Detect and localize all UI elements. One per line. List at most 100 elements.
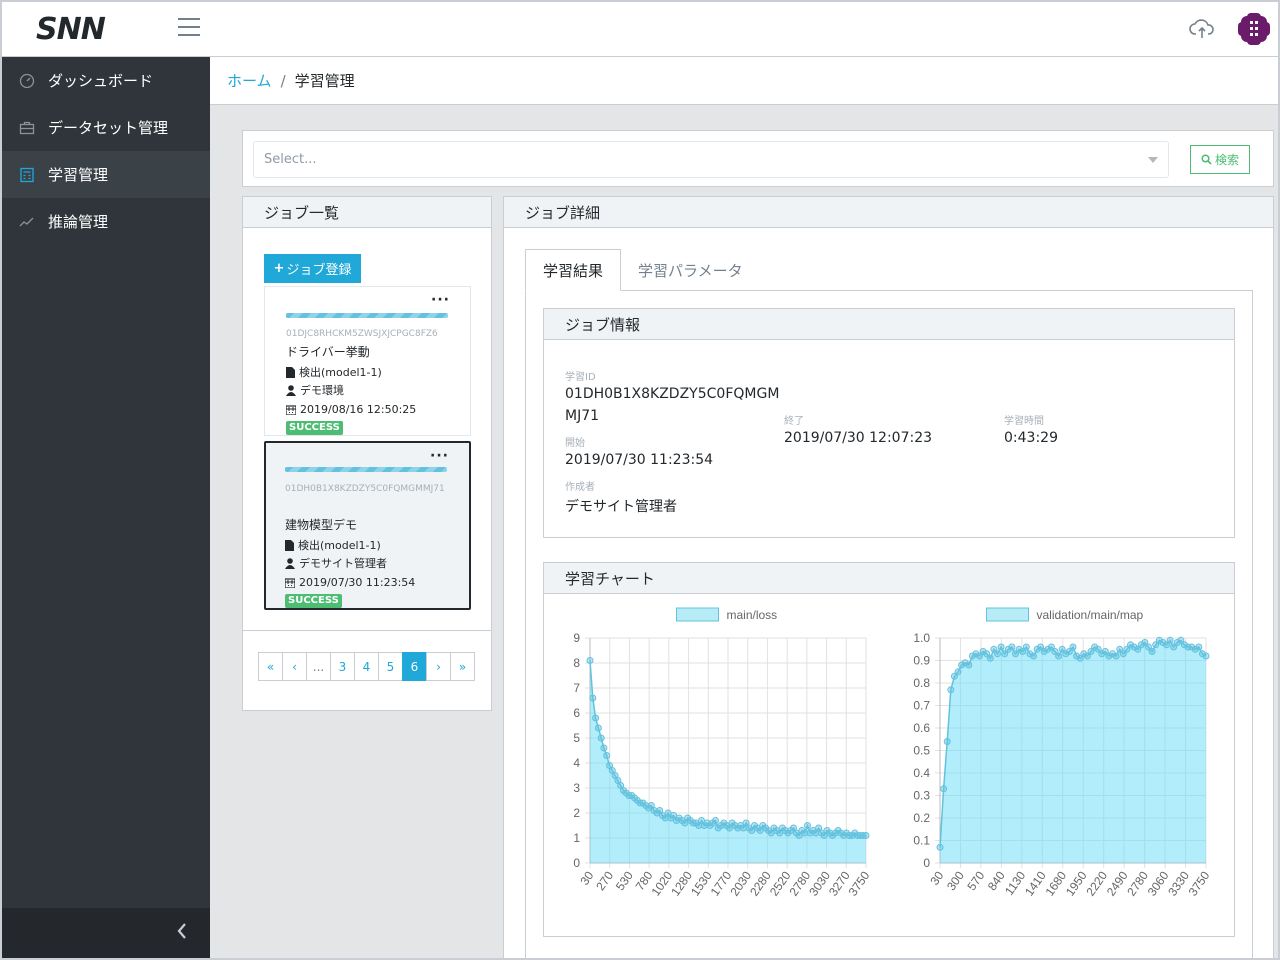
sidebar-item-dataset[interactable]: データセット管理 (0, 104, 210, 151)
job-detail-card: ジョブ詳細 学習結果 学習パラメータ ジョブ情報 学習ID 01DH0B1X8K… (503, 196, 1274, 960)
y-tick-label: 0.1 (913, 834, 930, 848)
learning-id-value-line1: 01DH0B1X8KZDZY5C0FQMGM (565, 386, 780, 402)
hamburger-icon[interactable] (178, 18, 200, 38)
x-tick-label: 1770 (708, 868, 735, 898)
page-prev-button[interactable]: ‹ (282, 652, 307, 681)
sidebar-item-training[interactable]: 学習管理 (0, 151, 210, 198)
more-options-icon[interactable]: ··· (431, 293, 450, 307)
breadcrumb-separator: / (280, 71, 286, 90)
y-tick-label: 0.4 (913, 766, 930, 780)
file-icon (286, 366, 295, 378)
tab-parameters[interactable]: 学習パラメータ (621, 249, 760, 291)
snn-logo-icon[interactable]: SNN (36, 12, 132, 44)
caret-down-icon[interactable] (1148, 157, 1158, 163)
page-button-4[interactable]: 4 (354, 652, 379, 681)
list-divider (243, 630, 491, 631)
job-select[interactable]: Select... (253, 141, 1169, 178)
chevron-left-icon[interactable] (172, 922, 192, 946)
page-first-button[interactable]: « (258, 652, 283, 681)
y-tick-label: 0.5 (913, 744, 930, 758)
y-tick-label: 6 (573, 706, 580, 720)
x-tick-label: 3270 (826, 868, 853, 898)
x-tick-label: 2220 (1083, 868, 1110, 898)
page-button-6-current[interactable]: 6 (402, 652, 427, 681)
page-ellipsis[interactable]: ... (306, 652, 331, 681)
author-label: 作成者 (565, 482, 595, 493)
legend-label: main/loss (727, 608, 778, 622)
y-tick-label: 0.7 (913, 699, 930, 713)
y-tick-label: 4 (573, 756, 580, 770)
training-charts-svg: main/loss0123456789302705307801020128015… (573, 607, 1213, 899)
y-tick-label: 0.9 (913, 654, 930, 668)
sidebar-item-inference[interactable]: 推論管理 (0, 198, 210, 245)
job-list-item[interactable]: ··· 01DJC8RHCKM5ZWSJXJCPGC8FZ6 ドライバー挙動 検… (264, 286, 471, 436)
top-header: SNN (0, 0, 1280, 57)
end-label: 終了 (784, 416, 804, 427)
data-point (1008, 643, 1016, 651)
series-area (940, 640, 1206, 863)
tab-results[interactable]: 学習結果 (525, 249, 622, 291)
y-tick-label: 7 (573, 681, 580, 695)
job-progress-bar (286, 313, 448, 318)
legend-swatch (986, 607, 1029, 622)
data-point (600, 744, 608, 752)
page-next-button[interactable]: › (426, 652, 451, 681)
y-tick-label: 0.6 (913, 721, 930, 735)
job-list-item-selected[interactable]: ··· 01DH0B1X8KZDZY5C0FQMGMMJ71 建物模型デモ 検出… (264, 441, 471, 610)
job-id: 01DJC8RHCKM5ZWSJXJCPGC8FZ6 (286, 329, 438, 339)
y-tick-label: 9 (573, 631, 580, 645)
end-value: 2019/07/30 12:07:23 (784, 430, 933, 446)
page-last-button[interactable]: » (450, 652, 475, 681)
x-tick-label: 270 (593, 868, 616, 893)
data-point (936, 843, 944, 851)
search-card: Select... 検索 (242, 130, 1274, 187)
add-job-button[interactable]: + ジョブ登録 (264, 254, 361, 283)
job-detail-header: ジョブ詳細 (504, 197, 1273, 228)
page-button-3[interactable]: 3 (330, 652, 355, 681)
sidebar-item-label: ダッシュボード (48, 72, 154, 90)
job-progress-bar (285, 467, 447, 472)
x-tick-label: 1280 (668, 868, 695, 898)
job-env: デモサイト管理者 (299, 557, 387, 570)
x-tick-label: 2490 (1104, 868, 1131, 898)
x-tick-label: 3750 (846, 868, 873, 898)
breadcrumb-home-link[interactable]: ホーム (227, 70, 272, 91)
x-tick-label: 3060 (1145, 868, 1172, 898)
search-button[interactable]: 検索 (1190, 145, 1250, 174)
data-point (1069, 643, 1077, 651)
data-point (1166, 636, 1174, 644)
data-point (594, 724, 602, 732)
page-button-5[interactable]: 5 (378, 652, 403, 681)
data-point (1055, 652, 1063, 660)
data-point (943, 738, 951, 745)
x-tick-label: 2520 (767, 868, 794, 898)
breadcrumb: ホーム / 学習管理 (210, 57, 1280, 105)
y-tick-label: 0 (923, 856, 930, 870)
x-tick-label: 2280 (747, 868, 774, 898)
add-job-button-label: ジョブ登録 (286, 263, 352, 278)
y-tick-label: 0.8 (913, 676, 930, 690)
job-name: 建物模型デモ (285, 518, 358, 532)
sidebar-item-dashboard[interactable]: ダッシュボード (0, 57, 210, 104)
more-options-icon[interactable]: ··· (430, 449, 449, 463)
detail-tabs: 学習結果 学習パラメータ (525, 249, 760, 291)
job-info-header: ジョブ情報 (544, 309, 1234, 340)
data-point (1195, 643, 1203, 651)
data-point (965, 661, 973, 669)
job-env: デモ環境 (300, 384, 344, 397)
data-point (997, 643, 1005, 651)
cloud-upload-icon[interactable] (1189, 16, 1215, 42)
job-date-row: 2019/08/16 12:50:25 (286, 403, 416, 416)
job-model-row: 検出(model1-1) (285, 537, 381, 553)
user-icon (285, 557, 295, 569)
briefcase-icon (18, 119, 36, 137)
y-tick-label: 1.0 (913, 631, 930, 645)
data-point (712, 817, 719, 824)
data-point (954, 668, 962, 676)
data-point (592, 714, 600, 722)
start-value: 2019/07/30 11:23:54 (565, 452, 714, 468)
org-avatar-icon[interactable] (1236, 11, 1272, 47)
calculator-icon (18, 166, 36, 184)
results-tab-pane: ジョブ情報 学習ID 01DH0B1X8KZDZY5C0FQMGM MJ71 開… (525, 290, 1253, 960)
y-tick-label: 8 (573, 656, 580, 670)
